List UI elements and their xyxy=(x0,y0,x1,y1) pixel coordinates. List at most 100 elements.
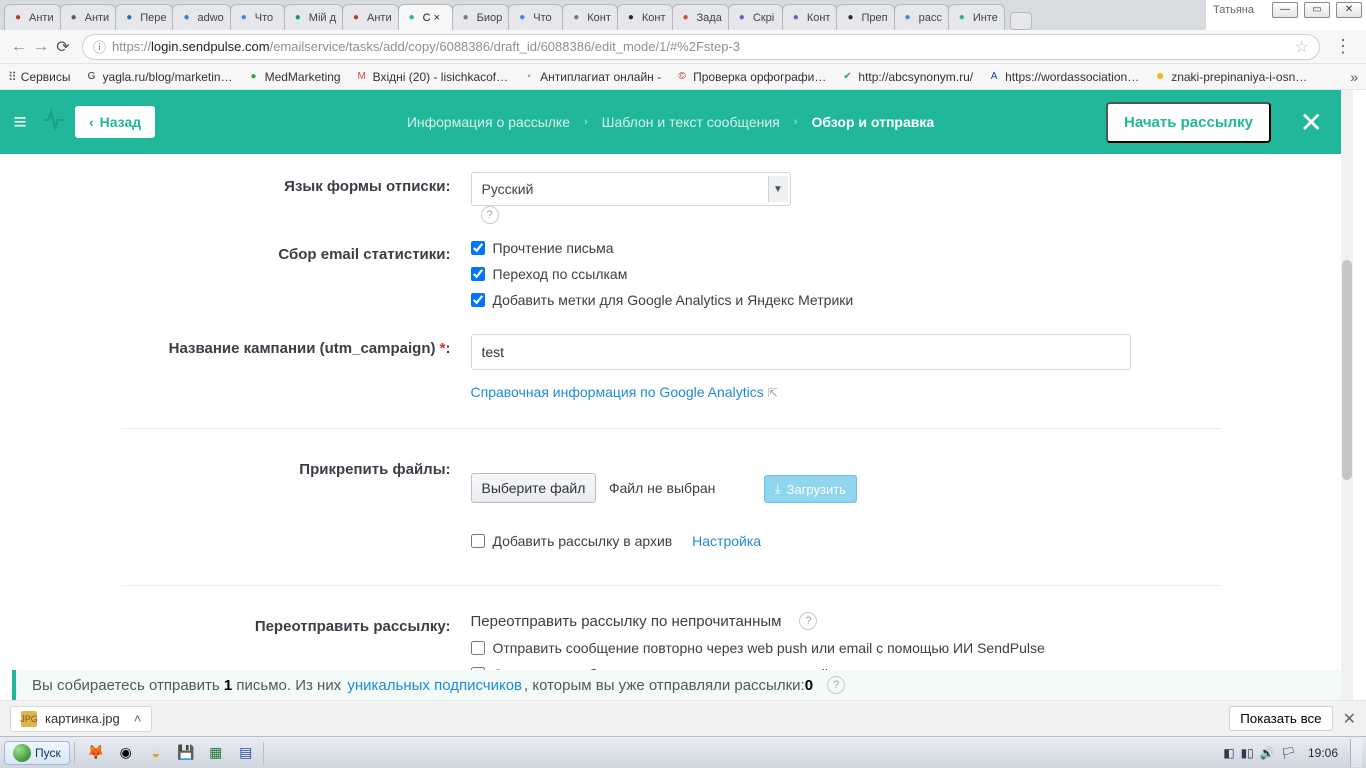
bookmark-item[interactable]: ☻znaki-prepinaniya-i-osn… xyxy=(1153,70,1307,84)
bookmark-item[interactable]: ◦ Антиплагиат онлайн - xyxy=(522,70,661,84)
archive-checkbox[interactable] xyxy=(471,534,485,548)
bookmark-star-icon[interactable]: ☆ xyxy=(1295,37,1309,57)
browser-tab[interactable]: ●Инте xyxy=(948,4,1005,30)
nav-back-icon[interactable]: ← xyxy=(8,38,30,56)
browser-tab[interactable]: ●Скрі xyxy=(728,4,783,30)
bookmark-label: Антиплагиат онлайн - xyxy=(540,70,661,84)
address-bar[interactable]: ⓘ https://login.sendpulse.com/emailservi… xyxy=(82,34,1320,60)
tab-label: С × xyxy=(423,12,446,24)
bookmark-label: Проверка орфографи… xyxy=(693,70,826,84)
external-link-icon: ⇱ xyxy=(768,386,778,400)
bookmarks-overflow-icon[interactable]: » xyxy=(1350,69,1358,85)
step-template[interactable]: Шаблон и текст сообщения xyxy=(602,114,780,130)
step-review[interactable]: Обзор и отправка xyxy=(811,114,934,130)
browser-tab[interactable]: ●Зада xyxy=(672,4,729,30)
hamburger-icon[interactable]: ≡ xyxy=(0,109,40,135)
browser-tab[interactable]: ●Биор xyxy=(452,4,510,30)
choose-file-button[interactable]: Выберите файл xyxy=(471,473,597,503)
chevron-left-icon: ‹ xyxy=(89,114,94,130)
upload-button[interactable]: ⤓Загрузить xyxy=(764,475,857,503)
browser-tab[interactable]: ●Что xyxy=(230,4,285,30)
tab-label: Скрі xyxy=(753,12,776,24)
ga-reference-link[interactable]: Справочная информация по Google Analytic… xyxy=(471,384,778,400)
tray-sound-icon[interactable]: 🔊 xyxy=(1260,746,1275,760)
unique-subscribers-link[interactable]: уникальных подписчиков xyxy=(347,677,522,694)
start-campaign-button[interactable]: Начать рассылку xyxy=(1106,102,1271,143)
stat-click-checkbox[interactable] xyxy=(471,267,485,281)
bookmark-item[interactable]: Ahttps://wordassociation… xyxy=(987,70,1139,84)
window-minimize-button[interactable]: — xyxy=(1272,2,1298,18)
archive-settings-link[interactable]: Настройка xyxy=(692,533,761,549)
browser-tab[interactable]: ●Что xyxy=(508,4,563,30)
utm-campaign-input[interactable] xyxy=(471,334,1131,370)
page-scrollbar[interactable] xyxy=(1341,90,1353,700)
summary-notice: Вы собираетесь отправить 1 письмо. Из ни… xyxy=(12,670,1341,700)
bookmark-item[interactable]: Gyagla.ru/blog/marketin… xyxy=(85,70,233,84)
stat-utm-checkbox[interactable] xyxy=(471,293,485,307)
browser-tab[interactable]: ●Конт xyxy=(782,4,838,30)
taskbar-app-firefox[interactable]: 🦊 xyxy=(83,741,109,765)
tray-show-desktop[interactable] xyxy=(1350,739,1362,767)
browser-tab[interactable]: ●Конт xyxy=(562,4,618,30)
bookmark-item[interactable]: ✔http://abcsynonym.ru/ xyxy=(840,70,973,84)
stat-click-option[interactable]: Переход по ссылкам xyxy=(471,266,1221,282)
taskbar-app-aimp[interactable]: ◒ xyxy=(143,741,169,765)
taskbar-app-chrome[interactable]: ◉ xyxy=(113,741,139,765)
app-logo-icon xyxy=(40,108,68,137)
close-downloads-bar-icon[interactable]: ✕ xyxy=(1343,709,1356,729)
apps-shortcut[interactable]: ⠿ Сервисы xyxy=(8,70,71,84)
window-maximize-button[interactable]: ▭ xyxy=(1304,2,1330,18)
archive-option[interactable]: Добавить рассылку в архив Настройка xyxy=(471,533,1221,549)
bookmark-item[interactable]: ●MedMarketing xyxy=(247,70,341,84)
bookmark-label: http://abcsynonym.ru/ xyxy=(858,70,973,84)
tray-flag-icon[interactable]: 🏳 xyxy=(1281,746,1296,760)
browser-tab[interactable]: ●С × xyxy=(398,4,453,30)
start-button[interactable]: Пуск xyxy=(4,741,70,765)
browser-menu-icon[interactable]: ⋮ xyxy=(1328,36,1358,57)
favicon-icon: ● xyxy=(789,11,803,25)
browser-tab[interactable]: ●Преп xyxy=(836,4,894,30)
tray-icon[interactable]: ◧ xyxy=(1223,746,1234,760)
stat-open-option[interactable]: Прочтение письма xyxy=(471,240,1221,256)
language-select[interactable]: Русский ▼ xyxy=(471,172,791,206)
help-icon[interactable]: ? xyxy=(827,676,845,694)
taskbar-app-word[interactable]: ▤ xyxy=(233,741,259,765)
taskbar-app-save[interactable]: 💾 xyxy=(173,741,199,765)
download-item[interactable]: JPG картинка.jpg ˄ xyxy=(10,706,152,732)
resend-ai-option[interactable]: Отправить сообщение повторно через web p… xyxy=(471,640,1221,656)
browser-tab[interactable]: ●Мій д xyxy=(284,4,343,30)
bookmark-item[interactable]: MВхідні (20) - lisichkacof… xyxy=(355,70,509,84)
stat-utm-option[interactable]: Добавить метки для Google Analytics и Ян… xyxy=(471,292,1221,308)
image-file-icon: JPG xyxy=(21,711,37,727)
windows-taskbar: Пуск 🦊 ◉ ◒ 💾 ▦ ▤ ◧ ▮▯ 🔊 🏳 19:06 xyxy=(0,736,1366,768)
tray-clock[interactable]: 19:06 xyxy=(1302,746,1344,760)
browser-tab[interactable]: ●Анти xyxy=(342,4,399,30)
browser-tab[interactable]: ●Анти xyxy=(60,4,117,30)
scrollbar-thumb[interactable] xyxy=(1342,260,1352,480)
browser-tab[interactable]: ●Анти xyxy=(4,4,61,30)
browser-tab[interactable]: ●расс xyxy=(894,4,949,30)
tab-label: adwo xyxy=(197,12,223,24)
site-info-icon[interactable]: ⓘ xyxy=(93,37,106,56)
url-path: /emailservice/tasks/add/copy/6088386/dra… xyxy=(270,39,740,54)
window-close-button[interactable]: ✕ xyxy=(1336,2,1362,18)
back-button[interactable]: ‹ Назад xyxy=(74,105,156,139)
bookmark-favicon-icon: M xyxy=(355,70,369,84)
bookmark-favicon-icon: ◦ xyxy=(522,70,536,84)
step-info[interactable]: Информация о рассылке xyxy=(407,114,570,130)
close-wizard-icon[interactable]: ✕ xyxy=(1300,106,1323,139)
new-tab-button[interactable] xyxy=(1010,12,1032,30)
show-all-downloads-button[interactable]: Показать все xyxy=(1229,706,1332,731)
browser-tab[interactable]: ●Пере xyxy=(115,4,173,30)
taskbar-app-excel[interactable]: ▦ xyxy=(203,741,229,765)
browser-tab[interactable]: ●Конт xyxy=(617,4,673,30)
tray-wifi-icon[interactable]: ▮▯ xyxy=(1241,746,1254,760)
nav-reload-icon[interactable]: ⟳ xyxy=(52,37,74,57)
resend-ai-checkbox[interactable] xyxy=(471,641,485,655)
stat-open-checkbox[interactable] xyxy=(471,241,485,255)
chevron-up-icon[interactable]: ˄ xyxy=(134,711,142,726)
help-icon[interactable]: ? xyxy=(799,612,817,630)
browser-tab[interactable]: ●adwo xyxy=(172,4,230,30)
bookmark-item[interactable]: ©Проверка орфографи… xyxy=(675,70,826,84)
help-icon[interactable]: ? xyxy=(481,206,499,224)
